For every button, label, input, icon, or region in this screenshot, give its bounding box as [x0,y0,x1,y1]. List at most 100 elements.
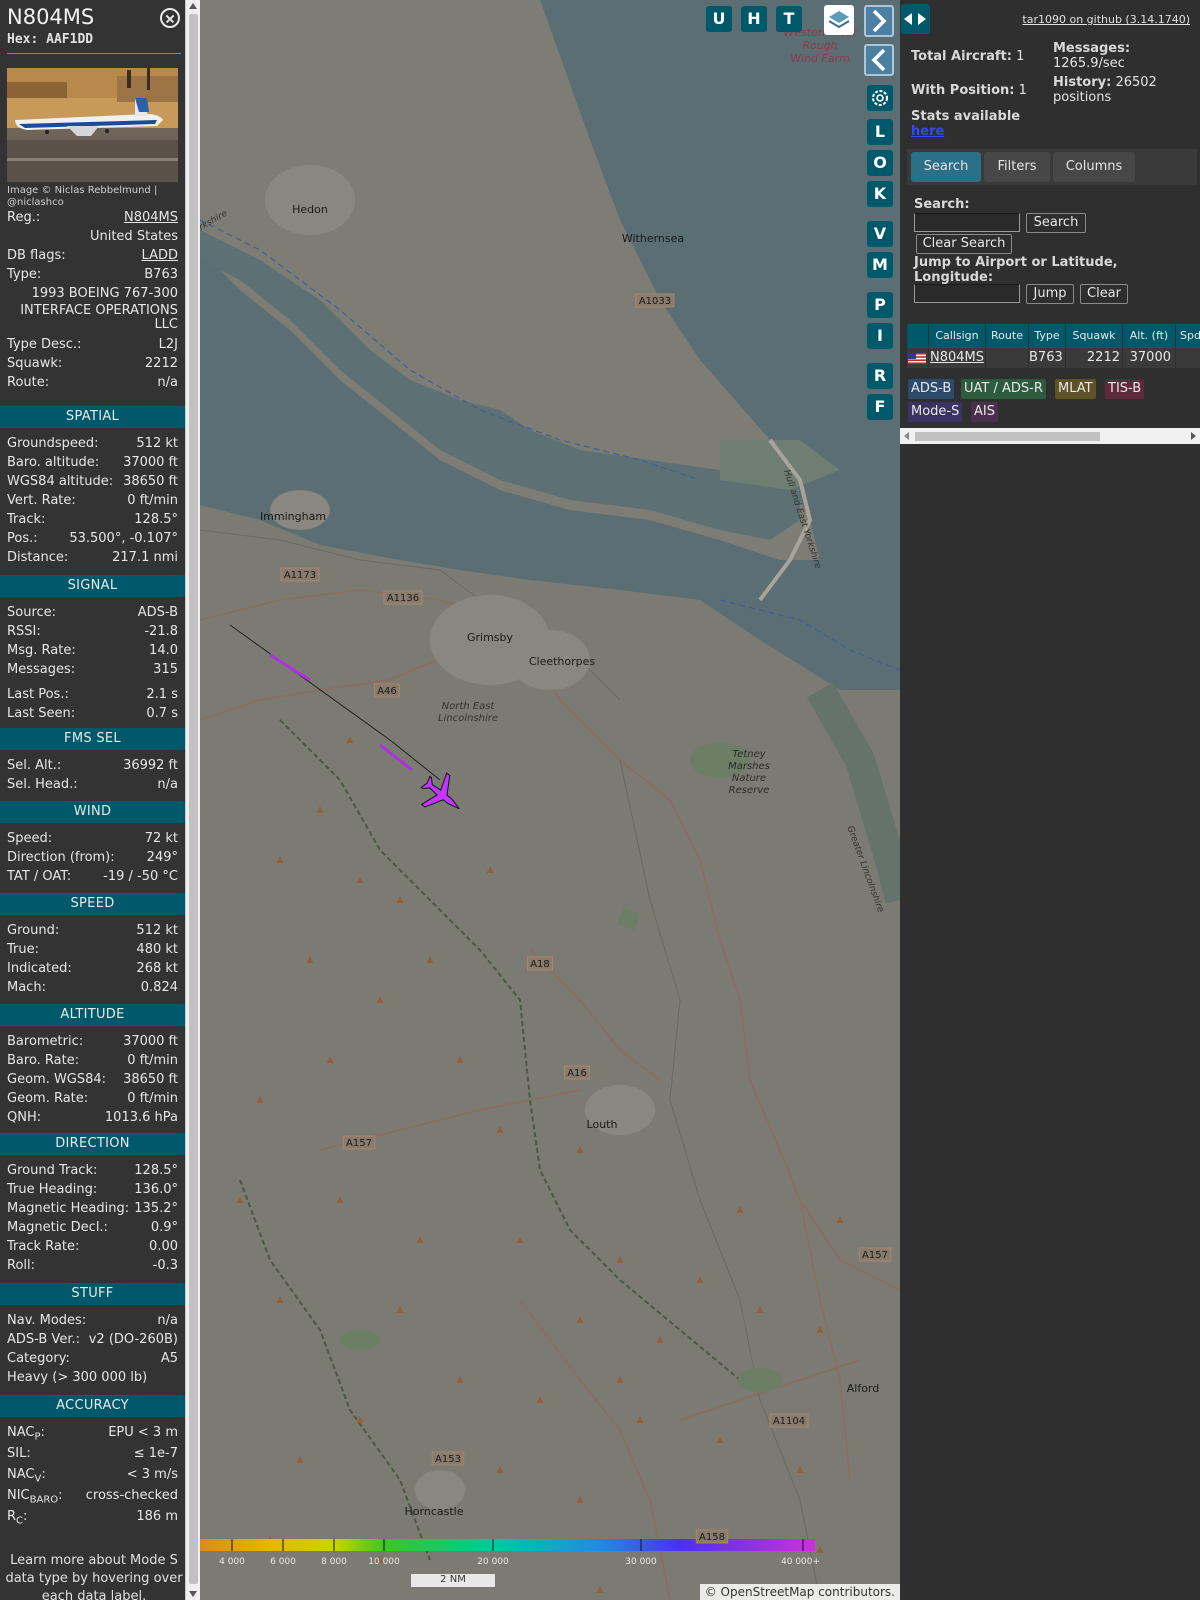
tab-columns[interactable]: Columns [1053,152,1135,182]
info-value[interactable]: N804MS [124,209,178,227]
source-badge-ads-b[interactable]: ADS-B [908,379,955,399]
column-header-squawk[interactable]: Squawk [1066,324,1122,348]
info-label: Magnetic Decl.: [7,1220,108,1235]
info-row: Speed: 72 kt [7,830,178,848]
info-value: United States [89,229,178,244]
map-label: A153 [435,1454,461,1465]
section-header-spatial[interactable]: SPATIAL [0,406,185,428]
map-button-l[interactable]: L [867,119,893,145]
toggle-button-u[interactable]: U [706,6,732,32]
search-input[interactable] [914,213,1020,232]
map-button-p[interactable]: P [867,292,893,318]
section-header-altitude[interactable]: ALTITUDE [0,1004,185,1026]
cell-callsign[interactable]: N804MS [929,348,985,368]
history-stat: History: 26502 positions [1053,75,1157,105]
section-header-wind[interactable]: WIND [0,801,185,823]
info-value: 36992 ft [123,758,178,773]
toggle-button-t[interactable]: T [776,6,802,32]
map-button-m[interactable]: M [867,252,893,278]
info-label: Reg.: [7,210,41,225]
info-row: Magnetic Heading: 135.2° [7,1200,178,1218]
settings-button[interactable] [867,85,893,111]
info-row: Roll: -0.3 [7,1257,178,1275]
info-row: True Heading: 136.0° [7,1181,178,1199]
column-header-speed[interactable]: Spd. [1176,324,1200,348]
info-row: Baro. altitude: 37000 ft [7,454,178,472]
info-label: TAT / OAT: [7,869,72,884]
info-value: -0.3 [152,1258,178,1273]
source-badge-mlat[interactable]: MLAT [1055,379,1096,399]
map-attribution[interactable]: © OpenStreetMap contributors. [699,1584,900,1600]
github-link[interactable]: tar1090 on github (3.14.1740) [1022,13,1190,26]
map-label: Cleethorpes [529,655,596,668]
map-button-i[interactable]: I [867,323,893,349]
jump-button[interactable]: Jump [1026,284,1074,304]
info-label: Ground Track: [7,1163,98,1178]
previous-aircraft-button[interactable] [864,44,894,76]
stats-link[interactable]: here [911,124,944,139]
info-row: Sel. Alt.: 36992 ft [7,757,178,775]
aircraft-photo[interactable] [7,68,178,182]
map-label: A1104 [773,1416,805,1427]
next-aircraft-button[interactable] [864,5,894,37]
info-row: Pos.: 53.500°, -0.107° [7,530,178,548]
search-button[interactable]: Search [1026,213,1086,233]
map-canvas[interactable]: 4 000 6 000 8 000 10 000 20 000 30 000 40 000+… [200,0,900,1600]
info-label: Roll: [7,1258,36,1273]
altitude-scale-label: 30 000 [625,1557,657,1567]
close-icon[interactable] [160,8,180,28]
info-row: Squawk: 2212 [7,355,178,373]
source-badge-uat-ads-r[interactable]: UAT / ADS-R [961,379,1046,399]
info-label: NACP: [7,1425,45,1443]
toggle-button-h[interactable]: H [741,6,767,32]
cell-type: B763 [1029,348,1065,368]
cell-route [986,348,1028,368]
map-button-r[interactable]: R [867,363,893,389]
map-button-o[interactable]: O [867,150,893,176]
info-value: -21.8 [144,624,178,639]
column-header-type[interactable]: Type [1029,324,1065,348]
info-row: QNH: 1013.6 hPa [7,1109,178,1127]
map-button-v[interactable]: V [867,221,893,247]
map[interactable]: 4 000 6 000 8 000 10 000 20 000 30 000 40 000+… [200,0,900,1600]
info-value: 0 ft/min [127,1091,178,1106]
section-header-speed[interactable]: SPEED [0,893,185,915]
info-row: RSSI: -21.8 [7,623,178,641]
table-horizontal-scrollbar[interactable] [900,428,1200,444]
info-label: Track Rate: [7,1239,80,1254]
info-value: -19 / -50 °C [103,869,178,884]
column-header-callsign[interactable]: Callsign [929,324,985,348]
section-header-fms[interactable]: FMS SEL [0,728,185,750]
jump-input[interactable] [914,284,1020,303]
map-label: A1136 [387,593,419,604]
info-value[interactable]: LADD [142,247,178,265]
layers-icon[interactable] [824,5,854,35]
map-label: Grimsby [467,631,514,644]
source-badge-ais[interactable]: AIS [971,402,998,422]
column-header-route[interactable]: Route [986,324,1028,348]
section-header-direction[interactable]: DIRECTION [0,1133,185,1155]
section-header-stuff[interactable]: STUFF [0,1283,185,1305]
map-button-k[interactable]: K [867,181,893,207]
info-label: Geom. Rate: [7,1091,89,1106]
section-header-signal[interactable]: SIGNAL [0,575,185,597]
clear-search-button[interactable]: Clear Search [916,234,1012,254]
info-value: 37000 ft [123,455,178,470]
map-label: A157 [346,1138,372,1149]
tab-search[interactable]: Search [911,152,981,182]
chevron-left-icon [871,48,886,72]
tab-filters[interactable]: Filters [984,152,1050,182]
info-row: DB flags: LADD [7,247,178,265]
expand-panel-button[interactable] [901,4,930,34]
column-header-altitude[interactable]: Alt. (ft) [1123,324,1175,348]
info-row: Type: B763 [7,266,178,284]
map-button-f[interactable]: F [867,394,893,420]
source-badge-tis-b[interactable]: TIS-B [1105,379,1145,399]
map-label: Immingham [260,510,326,523]
info-row: NACV: < 3 m/s [7,1466,178,1485]
clear-button[interactable]: Clear [1080,284,1128,304]
section-header-accuracy[interactable]: ACCURACY [0,1395,185,1417]
info-label: RSSI: [7,624,41,639]
source-badge-mode-s[interactable]: Mode-S [908,402,963,422]
left-panel-scrollbar[interactable] [185,0,200,1600]
